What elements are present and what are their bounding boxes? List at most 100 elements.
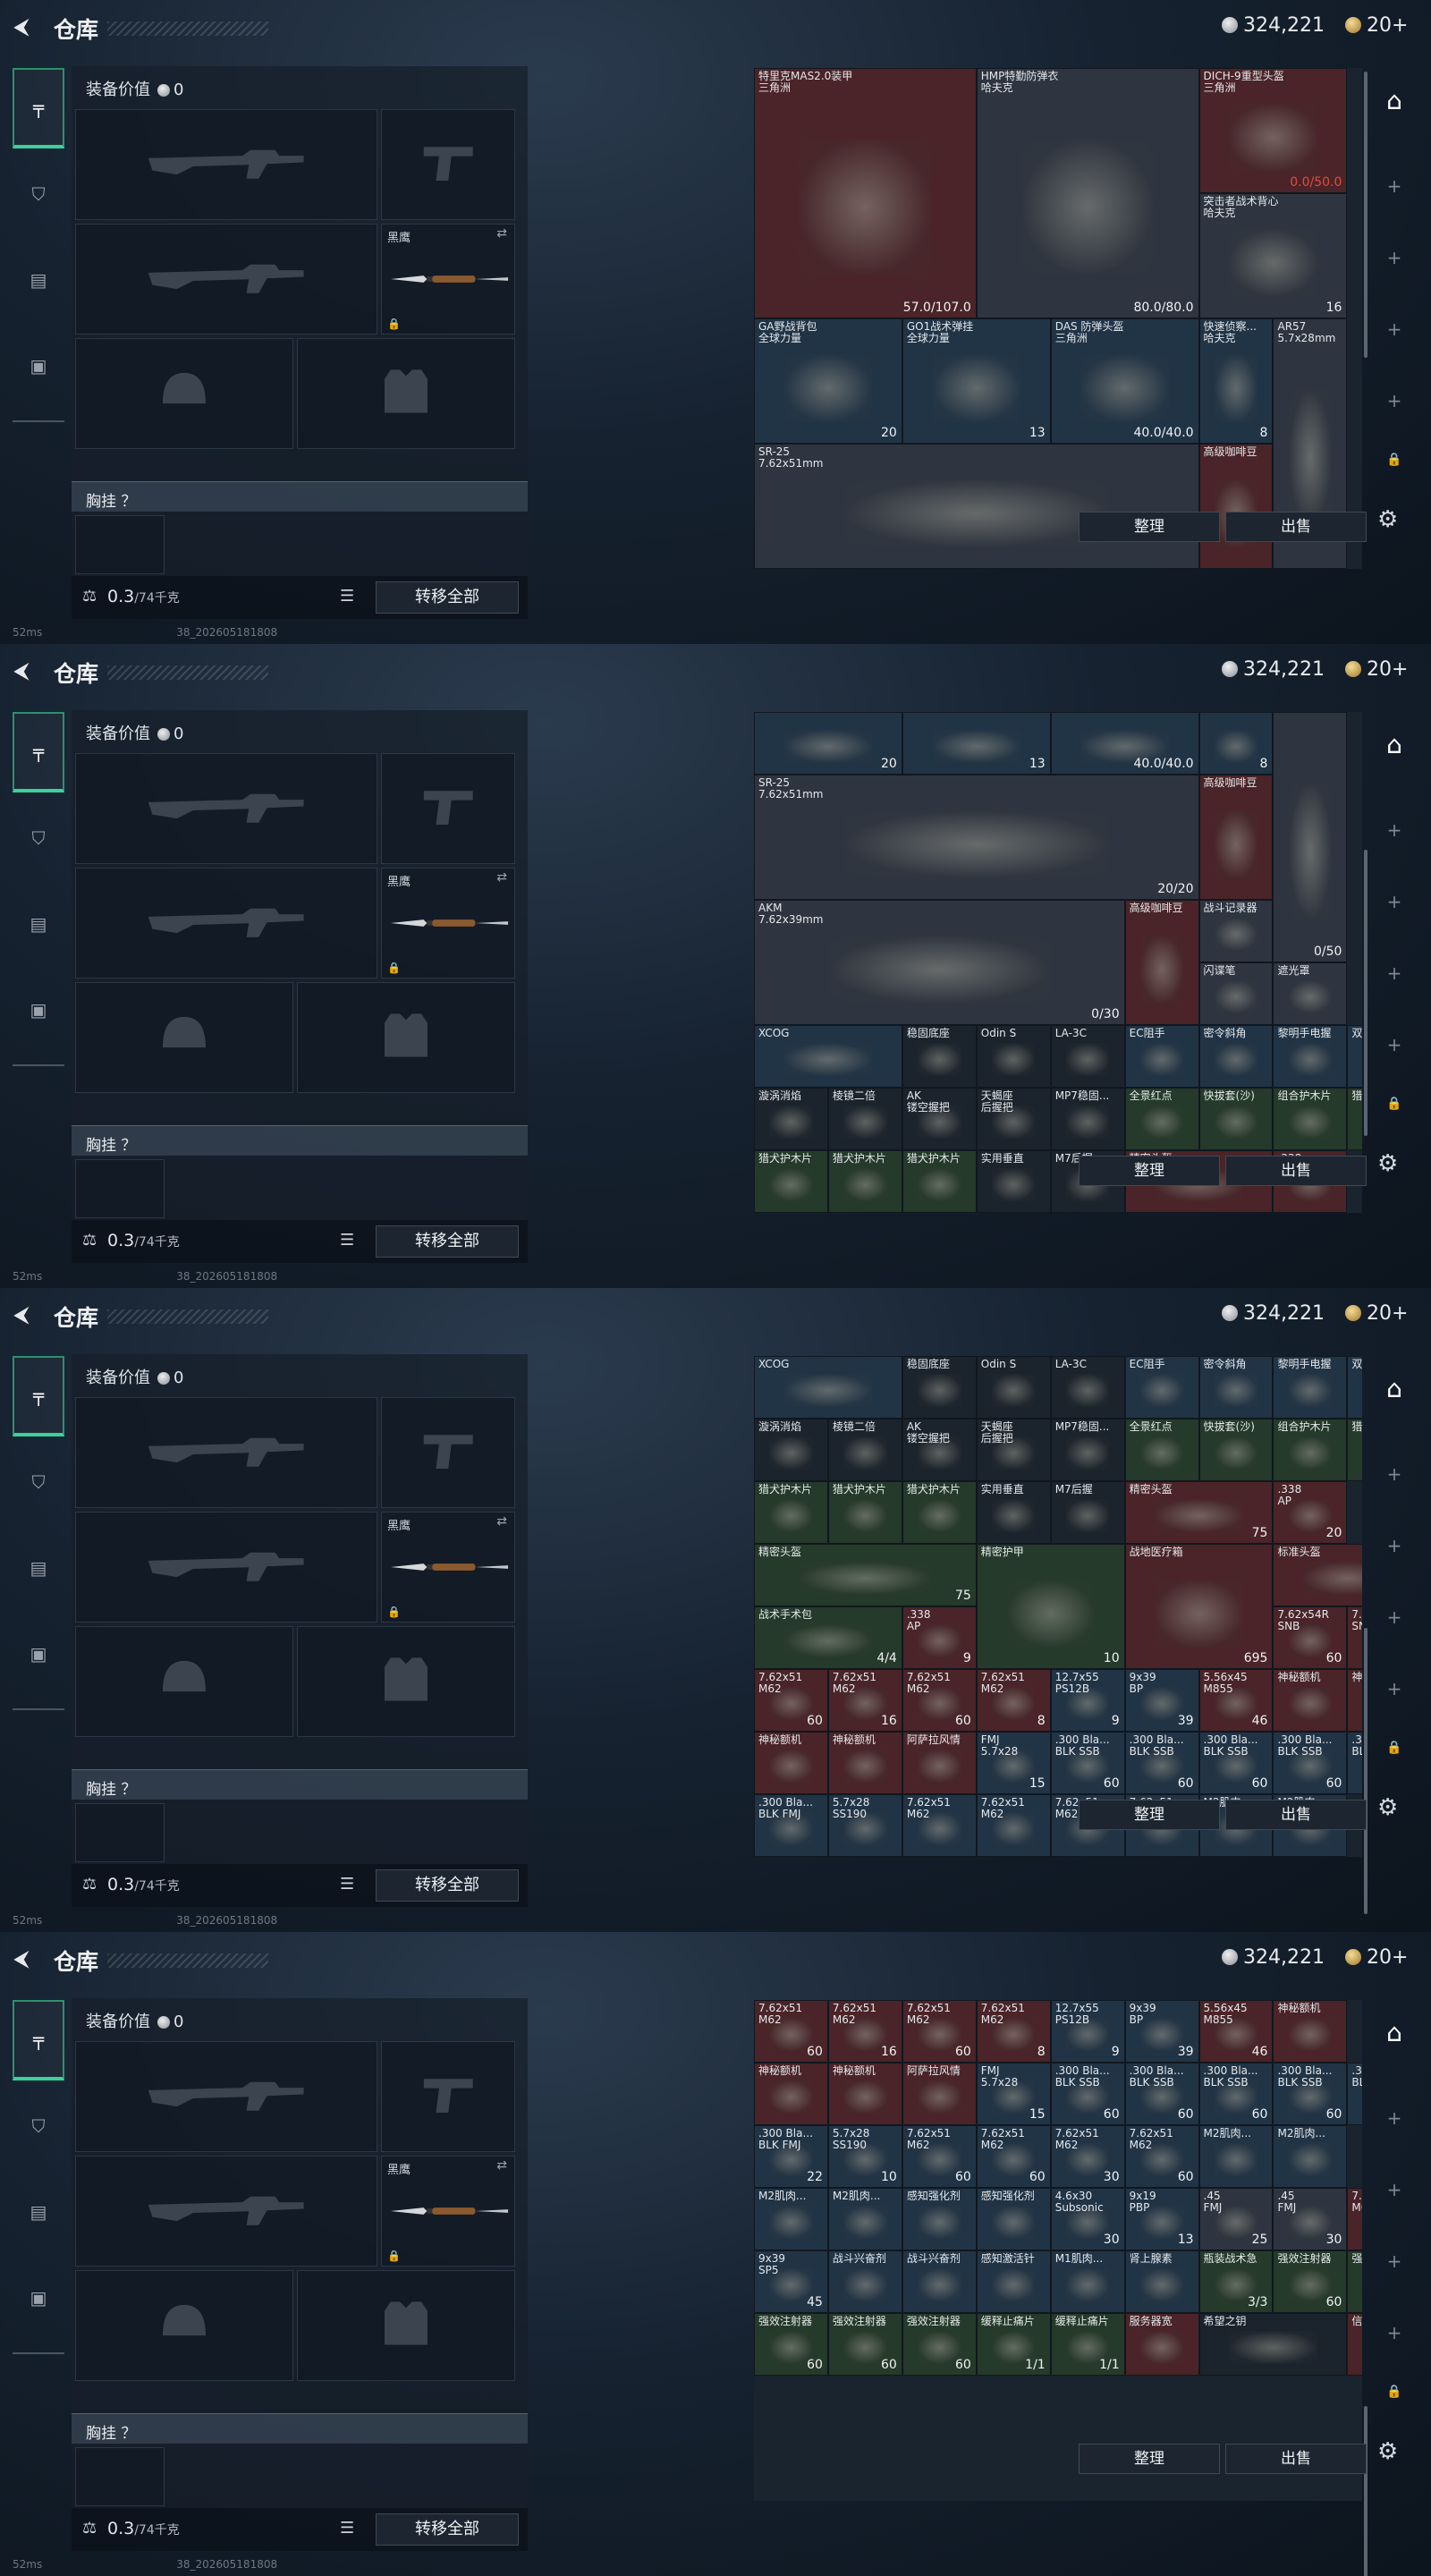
stash-item[interactable]: 战斗兴奋剂 (827, 2250, 902, 2313)
pistol-slot[interactable] (381, 2041, 515, 2152)
stash-item[interactable]: 神秘额机 (827, 1732, 902, 1794)
list-icon[interactable]: ☰ (340, 2519, 354, 2538)
armor-slot[interactable] (297, 1626, 515, 1737)
warehouse-icon[interactable]: ⌂ (1373, 2018, 1416, 2047)
pistol-slot[interactable] (381, 1397, 515, 1508)
add-page-icon[interactable]: + (1373, 1034, 1416, 1055)
back-button[interactable]: ⮜ (14, 1948, 29, 1970)
add-page-icon[interactable]: + (1373, 390, 1416, 411)
stash-item[interactable]: 漩涡消焰 (754, 1419, 828, 1481)
sell-button[interactable]: 出售 (1225, 2444, 1367, 2474)
stash-item[interactable]: 7.62x51 M62 8 (976, 1669, 1051, 1732)
stash-item[interactable]: 5.7x28 SS190 10 (827, 2125, 902, 2188)
stash-item[interactable]: 稳固底座 (902, 1025, 977, 1088)
stash-item[interactable]: .300 Bla... BLK SSB 60 (1198, 2063, 1274, 2125)
stash-item[interactable]: 实用垂直 (976, 1150, 1051, 1213)
add-page-icon[interactable]: + (1373, 2107, 1416, 2129)
stash-item[interactable]: .300 Bla... BLK FMJ 22 (754, 2125, 828, 2188)
stash-item[interactable]: 天蝎座 后握把 (976, 1088, 1051, 1150)
stash-item[interactable]: 天蝎座 后握把 (976, 1419, 1051, 1481)
stash-item[interactable]: .300 Bla... BLK SSB 60 (1050, 1732, 1125, 1794)
primary-weapon-slot[interactable] (75, 1397, 377, 1508)
stash-item[interactable]: 密令斜角 (1198, 1356, 1274, 1419)
stash-item[interactable]: 肾上腺素 (1124, 2250, 1199, 2313)
stash-item[interactable]: Odin S (976, 1025, 1051, 1088)
stash-item[interactable]: 希望之钥 (1198, 2313, 1348, 2376)
stash-item[interactable]: 瓶装战术急 3/3 (1198, 2250, 1274, 2313)
stash-item[interactable]: M7后握 (1050, 1481, 1125, 1544)
sort-button[interactable]: 整理 (1079, 512, 1220, 542)
stash-scrollbar[interactable] (1364, 2406, 1367, 2576)
chest-rig-header[interactable]: 胸挂 ？ (72, 1125, 528, 1156)
stash-item[interactable]: 9x19 PBP 13 (1124, 2188, 1199, 2250)
add-page-icon[interactable]: + (1373, 962, 1416, 984)
silver-currency[interactable]: 324,221 (1222, 658, 1325, 681)
helmet-slot[interactable] (75, 982, 293, 1093)
back-button[interactable]: ⮜ (14, 1304, 29, 1326)
tab-cases[interactable]: ▣ (13, 326, 64, 406)
transfer-all-button[interactable]: 转移全部 (376, 1225, 519, 1258)
transfer-all-button[interactable]: 转移全部 (376, 581, 519, 614)
stash-item[interactable]: 强效注射器60 (1347, 2250, 1362, 2313)
sort-button[interactable]: 整理 (1079, 1156, 1220, 1186)
stash-item[interactable]: 黎明手电握 (1273, 1356, 1348, 1419)
stash-item[interactable]: 9x39 BP 39 (1124, 1669, 1199, 1732)
settings-gear-icon[interactable]: ⚙ (1377, 1150, 1398, 1177)
list-icon[interactable]: ☰ (340, 1875, 354, 1894)
stash-item[interactable]: 精密护甲 10 (976, 1544, 1125, 1669)
stash-item[interactable]: M2肌肉... (1198, 2125, 1274, 2188)
stash-item[interactable]: 20 (754, 712, 902, 775)
stash-item[interactable]: .300 Bla... BLK SSB 60 (1273, 1732, 1348, 1794)
sell-button[interactable]: 出售 (1225, 1800, 1367, 1830)
stash-item[interactable]: 标准头盔45 (1273, 1544, 1362, 1606)
helmet-slot[interactable] (75, 338, 293, 449)
tab-cases[interactable]: ▣ (13, 2258, 64, 2338)
stash-item[interactable]: 13 (902, 712, 1051, 775)
stash-item[interactable]: 神秘额机 (1347, 1669, 1362, 1732)
stash-item[interactable]: 7.62x51 M625 (1347, 2188, 1362, 2250)
primary-weapon-slot[interactable] (75, 109, 377, 220)
stash-item[interactable]: 强效注射器60 (902, 2313, 977, 2376)
stash-item[interactable]: AK 镂空握把 (902, 1088, 977, 1150)
stash-item[interactable]: MP7稳固... (1050, 1088, 1125, 1150)
stash-item[interactable]: 7.62x51 M62 60 (902, 2125, 977, 2188)
stash-item[interactable]: 全景红点 (1124, 1088, 1199, 1150)
stash-item[interactable]: 猎犬护木片 (754, 1150, 828, 1213)
stash-item[interactable]: 强效注射器60 (1273, 2250, 1348, 2313)
add-page-icon[interactable]: + (1373, 1535, 1416, 1556)
warehouse-icon[interactable]: ⌂ (1373, 1374, 1416, 1403)
stash-item[interactable]: 特里克MAS2.0装甲 三角洲 57.0/107.0 (754, 68, 977, 318)
stash-item[interactable]: 8 (1198, 712, 1274, 775)
stash-item[interactable]: .338 AP 20 (1273, 1481, 1348, 1544)
melee-slot[interactable]: 黑鹰 ⇄ 🔒 (381, 1512, 515, 1623)
stash-item[interactable]: 棱镜二倍 (827, 1088, 902, 1150)
tab-cases[interactable]: ▣ (13, 1614, 64, 1694)
add-page-icon[interactable]: + (1373, 175, 1416, 197)
primary-weapon-slot[interactable] (75, 753, 377, 864)
pistol-slot[interactable] (381, 109, 515, 220)
stash-item[interactable]: AK 镂空握把 (902, 1419, 977, 1481)
stash-item[interactable]: 猎犬护木片 (827, 1481, 902, 1544)
stash-item[interactable]: 5.7x28 SS190 (827, 1794, 902, 1857)
stash-item[interactable]: 战斗兴奋剂 (902, 2250, 977, 2313)
tab-armor[interactable]: ⛉ (13, 2086, 64, 2166)
sort-button[interactable]: 整理 (1079, 2444, 1220, 2474)
stash-item[interactable]: M2肌肉... (1273, 2125, 1348, 2188)
stash-item[interactable]: 7.62x51 M62 60 (1124, 2125, 1199, 2188)
tab-tasks[interactable]: ▤ (13, 884, 64, 964)
stash-item[interactable]: .300 Bla... BLK FMJ (754, 1794, 828, 1857)
add-page-icon[interactable]: + (1373, 2250, 1416, 2272)
settings-gear-icon[interactable]: ⚙ (1377, 1794, 1398, 1821)
stash-item[interactable]: 7.62x51 M62 60 (754, 2000, 828, 2063)
chest-rig-slot[interactable] (75, 1803, 165, 1862)
stash-item[interactable]: DAS 防弹头盔 三角洲 40.0/40.0 (1050, 318, 1199, 444)
stash-item[interactable]: M1肌肉... (1050, 2250, 1125, 2313)
stash-item[interactable]: 猎犬护木片 (902, 1481, 977, 1544)
swap-icon[interactable]: ⇄ (496, 870, 507, 885)
stash-item[interactable]: GO1战术弹挂 全球力量 13 (902, 318, 1051, 444)
swap-icon[interactable]: ⇄ (496, 1514, 507, 1529)
stash-item[interactable]: 5.56x45 M855 46 (1198, 2000, 1274, 2063)
add-page-icon[interactable]: + (1373, 1606, 1416, 1628)
stash-item[interactable]: .300 Bla... BLK SSB 60 (1124, 1732, 1199, 1794)
stash-item[interactable]: HMP特勤防弹衣 哈夫克 80.0/80.0 (976, 68, 1199, 318)
